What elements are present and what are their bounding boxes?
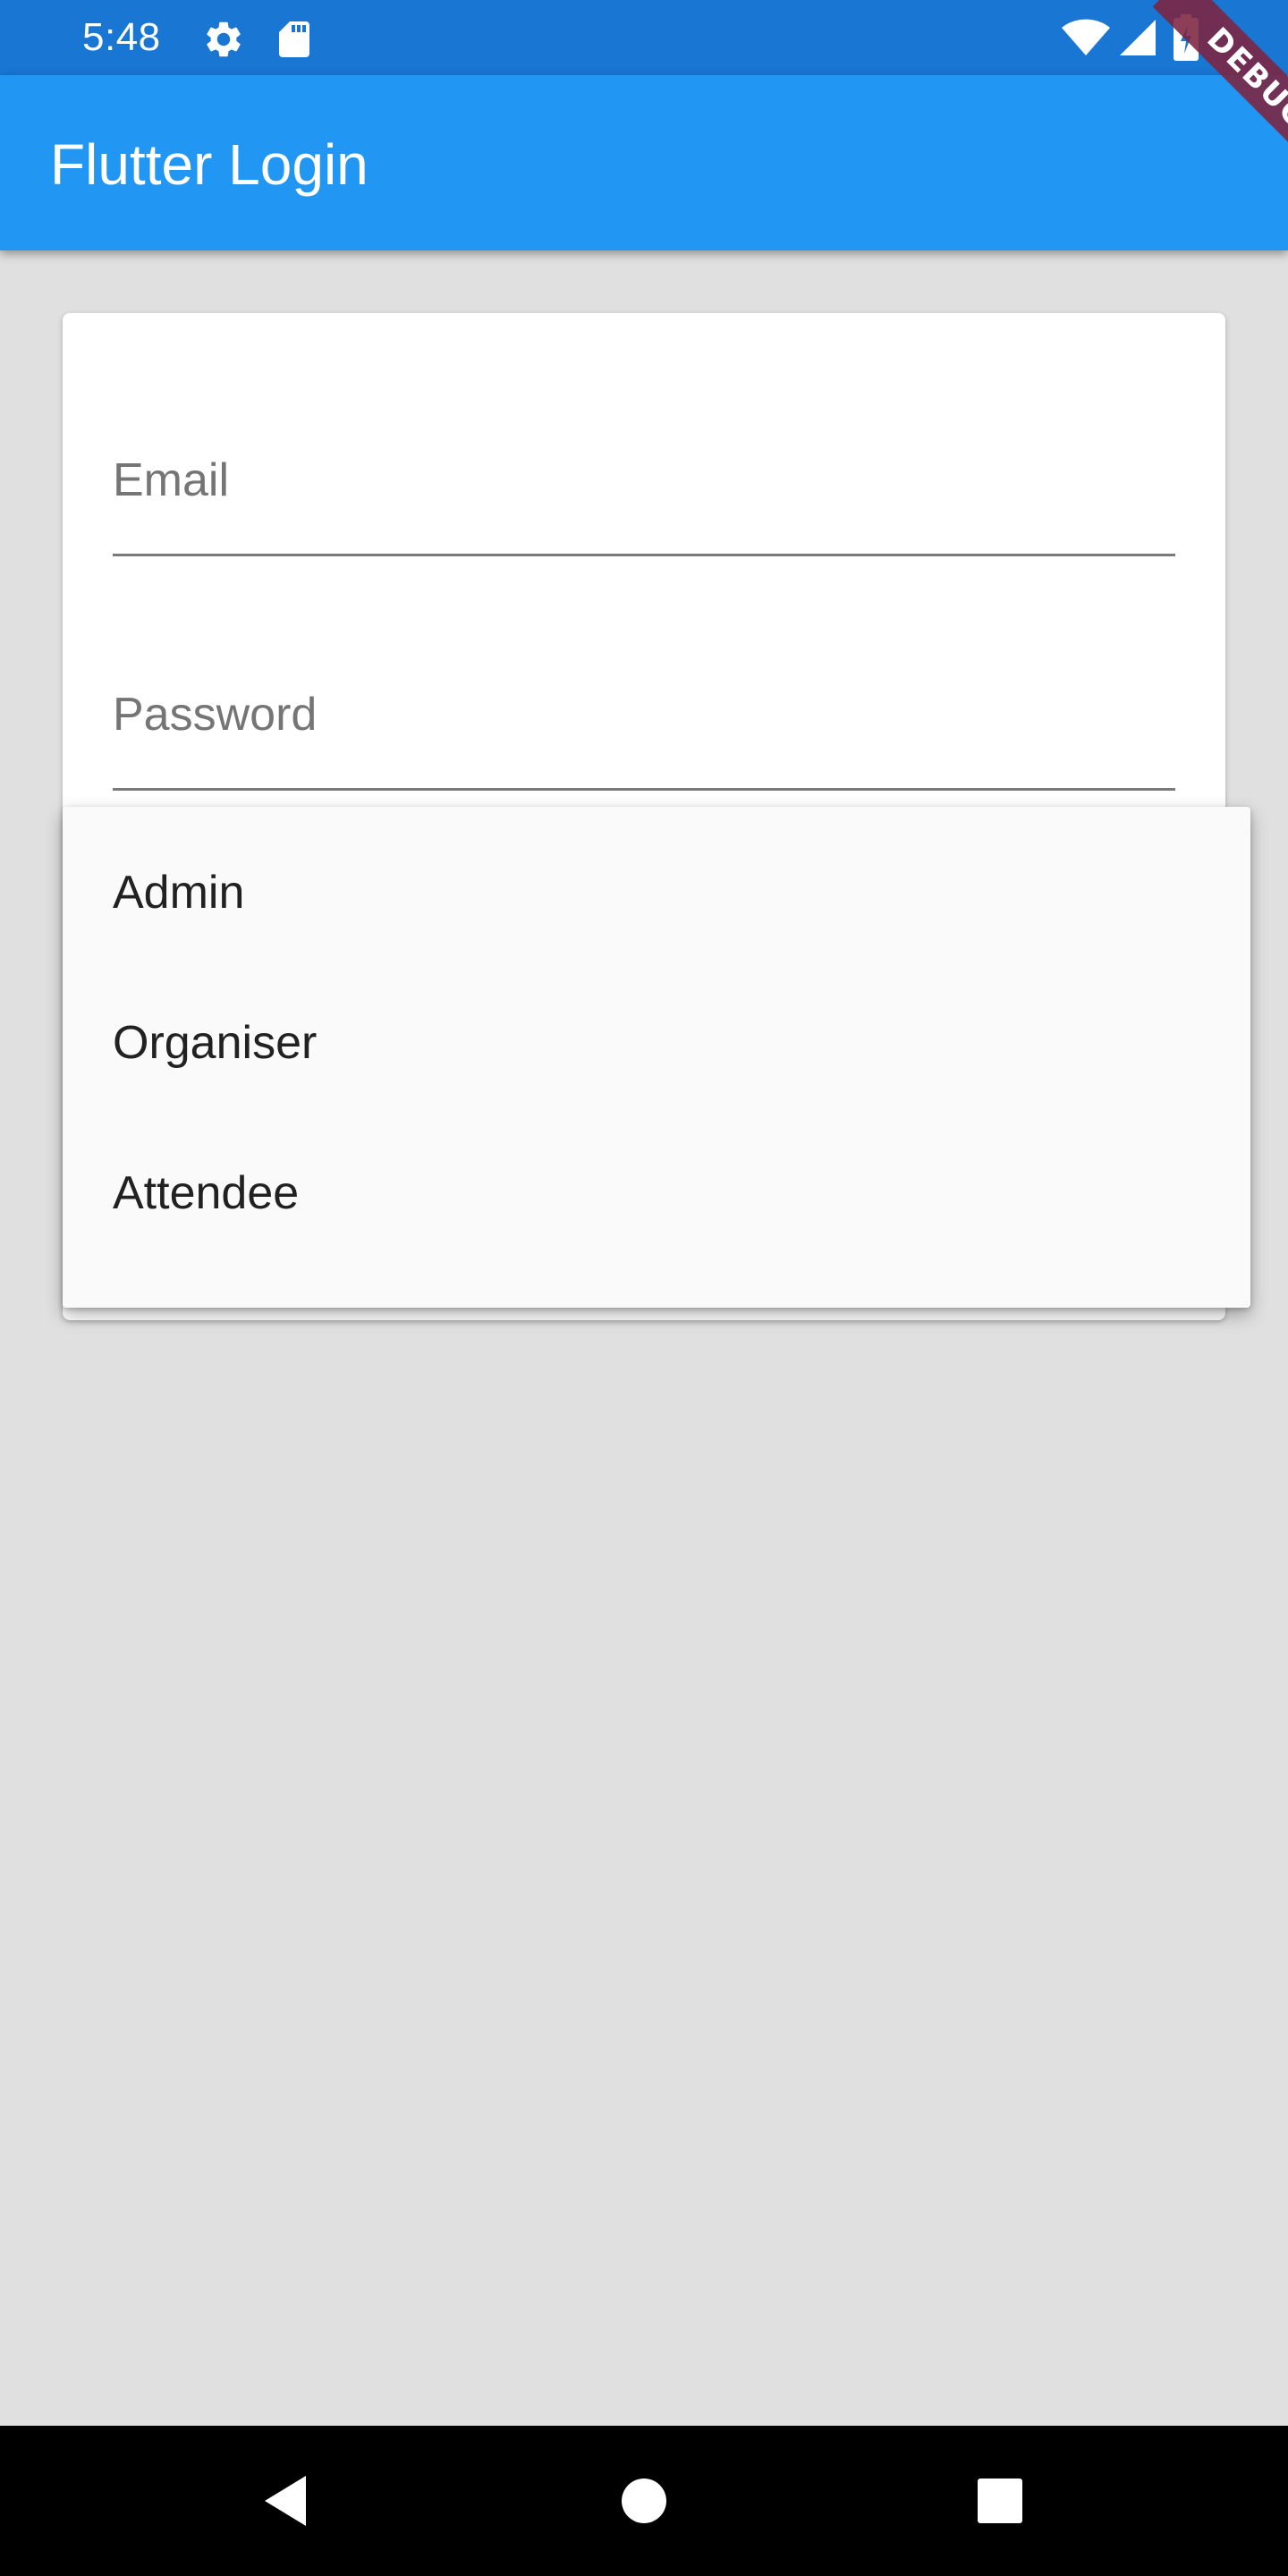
menu-item-organiser[interactable]: Organiser [63,968,1250,1118]
sd-card-icon [274,18,313,65]
email-underline [113,554,1175,556]
back-button[interactable] [242,2456,331,2546]
recents-icon [978,2479,1022,2523]
password-label: Password [113,689,318,741]
menu-item-label: Attendee [113,1167,300,1219]
password-field[interactable]: Password [113,683,1175,791]
menu-item-attendee[interactable]: Attendee [63,1118,1250,1268]
debug-banner-label: DEBUG [1152,0,1288,174]
status-bar: 5:48 [0,0,1288,75]
page-title: Flutter Login [50,132,369,197]
password-underline [113,788,1175,791]
back-icon [265,2476,306,2526]
recents-button[interactable] [955,2456,1045,2546]
home-button[interactable] [599,2456,689,2546]
email-field[interactable]: Email [113,449,1175,556]
navigation-bar [0,2426,1288,2576]
gear-icon [202,18,245,65]
wifi-icon [1061,16,1111,64]
email-label: Email [113,454,230,506]
menu-item-label: Organiser [113,1017,318,1069]
home-icon [622,2479,666,2523]
status-time: 5:48 [82,15,161,59]
menu-item-admin[interactable]: Admin [63,818,1250,968]
menu-item-label: Admin [113,867,245,919]
role-dropdown-menu: Admin Organiser Attendee [63,807,1250,1308]
debug-banner: DEBUG [1114,0,1288,174]
app-bar: Flutter Login [0,75,1288,250]
